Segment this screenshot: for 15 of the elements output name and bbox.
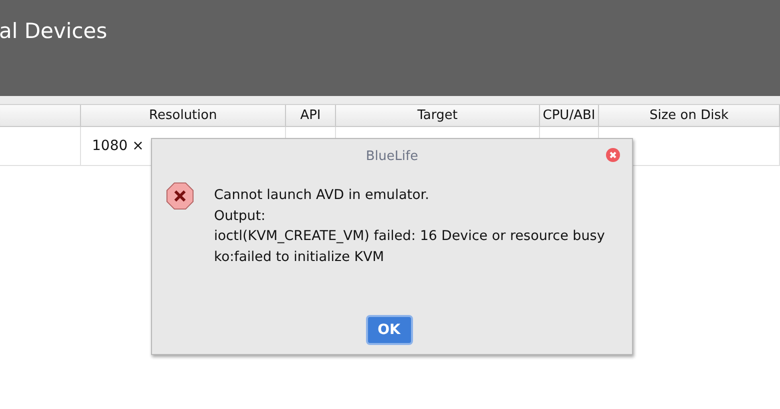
ok-button[interactable]: OK (366, 315, 412, 345)
error-icon (166, 182, 194, 210)
page-title: al Devices (0, 19, 108, 43)
column-header[interactable]: Size on Disk (599, 105, 780, 126)
column-header[interactable]: API (286, 105, 336, 126)
message-line: Output: (214, 206, 266, 226)
column-header[interactable]: Target (336, 105, 540, 126)
message-line: ko:failed to initialize KVM (214, 248, 385, 266)
column-header[interactable]: Resolution (81, 105, 286, 126)
table-cell: 1080 × (92, 138, 144, 154)
close-icon[interactable] (606, 148, 620, 162)
message-line: Cannot launch AVD in emulator. (214, 186, 430, 205)
dialog-title: BlueLife (366, 148, 418, 164)
column-header[interactable]: CPU/ABI (540, 105, 599, 126)
message-line: ioctl(KVM_CREATE_VM) failed: 16 Device or resource busy (214, 227, 605, 246)
